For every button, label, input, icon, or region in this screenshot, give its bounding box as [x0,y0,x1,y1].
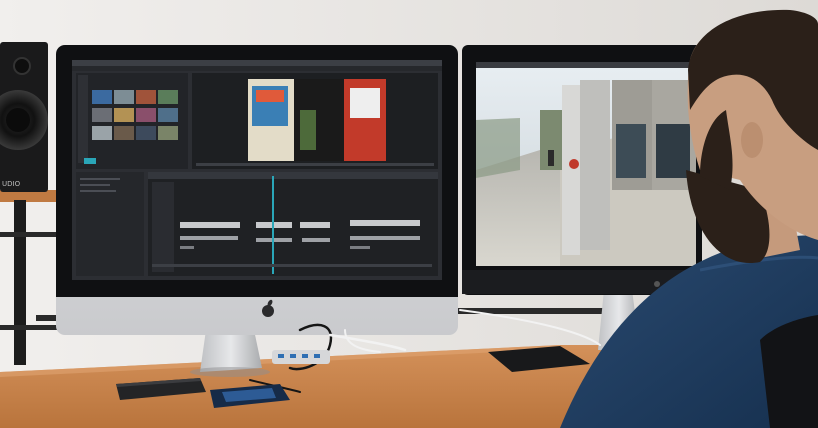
studio-speaker: UDIO [0,42,48,192]
project-bin-panel [76,73,188,169]
video-editor-screen [72,60,442,280]
program-monitor-panel [192,73,438,169]
usb-hub [272,350,330,364]
effects-panel [76,172,144,276]
timeline-panel [148,172,438,276]
timeline-playhead [272,176,274,274]
speaker-brand-label: UDIO [2,180,21,188]
street-photo-screen [476,62,696,266]
photo-scene: UDIO [0,0,818,428]
